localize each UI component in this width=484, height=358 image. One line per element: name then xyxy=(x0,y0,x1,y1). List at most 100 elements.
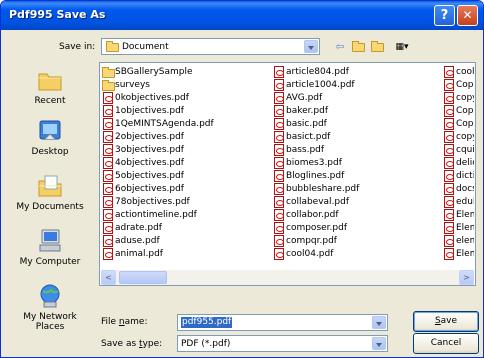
pdf-file-icon xyxy=(274,131,284,143)
file-item[interactable]: biomes3.pdf xyxy=(273,157,443,170)
place-my-computer[interactable]: My Computer xyxy=(7,228,93,267)
file-item[interactable]: aduse.pdf xyxy=(102,235,267,248)
file-item[interactable]: AVG.pdf xyxy=(273,92,443,105)
file-item[interactable]: 0kobjectives.pdf xyxy=(102,92,267,105)
file-item[interactable]: cquic xyxy=(443,144,474,157)
file-item[interactable]: article1004.pdf xyxy=(273,79,443,92)
place-recent[interactable]: Recent xyxy=(7,67,93,106)
pdf-file-icon xyxy=(274,92,284,104)
label-part: ame: xyxy=(124,317,148,327)
file-item[interactable]: composer.pdf xyxy=(273,222,443,235)
file-name: 78objectives.pdf xyxy=(115,197,190,207)
file-name-input[interactable]: pdf955.pdf xyxy=(177,314,388,331)
chevron-down-icon[interactable] xyxy=(304,40,318,53)
chevron-down-icon[interactable] xyxy=(372,316,386,329)
file-name: biomes3.pdf xyxy=(286,158,342,168)
pdf-file-icon xyxy=(444,79,454,91)
place-network[interactable]: My Network Places xyxy=(7,283,93,332)
place-label: My Documents xyxy=(16,202,84,212)
pdf-file-icon xyxy=(444,131,454,143)
file-item[interactable]: Elem xyxy=(443,248,474,261)
pdf-file-icon xyxy=(274,209,284,221)
label-part: ype: xyxy=(142,339,163,349)
file-item[interactable]: actiontimeline.pdf xyxy=(102,209,267,222)
file-name: surveys xyxy=(115,80,150,90)
file-item[interactable]: docs xyxy=(443,183,474,196)
file-name: baker.pdf xyxy=(286,106,328,116)
file-item[interactable]: animal.pdf xyxy=(102,248,267,261)
file-item[interactable]: dictic xyxy=(443,170,474,183)
save-button[interactable]: Save xyxy=(413,311,479,332)
title-bar: Pdf995 Save As ? ✕ xyxy=(1,1,483,30)
place-label: Desktop xyxy=(31,147,69,157)
pdf-file-icon xyxy=(444,196,454,208)
pdf-file-icon xyxy=(103,92,113,104)
pdf-file-icon xyxy=(274,222,284,234)
file-item[interactable]: 5objectives.pdf xyxy=(102,170,267,183)
scroll-thumb[interactable] xyxy=(119,271,167,284)
file-item[interactable]: 3objectives.pdf xyxy=(102,144,267,157)
close-button[interactable]: ✕ xyxy=(457,5,478,26)
file-item[interactable]: adrate.pdf xyxy=(102,222,267,235)
file-item[interactable]: 6objectives.pdf xyxy=(102,183,267,196)
file-item[interactable]: article804.pdf xyxy=(273,66,443,79)
file-item[interactable]: basic.pdf xyxy=(273,118,443,131)
folder-item[interactable]: surveys xyxy=(102,79,267,92)
file-name: elem xyxy=(456,236,474,246)
file-item[interactable]: Copy xyxy=(443,118,474,131)
views-menu-icon[interactable]: ▦▾ xyxy=(391,40,413,54)
pdf-file-icon xyxy=(103,144,113,156)
save-label: ave xyxy=(440,316,458,326)
file-item[interactable]: Copy xyxy=(443,79,474,92)
file-list[interactable]: SBGallerySample surveys 0kobjectives.pdf 1o… xyxy=(99,62,476,286)
file-item[interactable]: 2objectives.pdf xyxy=(102,131,267,144)
file-item[interactable]: baker.pdf xyxy=(273,105,443,118)
place-my-documents[interactable]: My Documents xyxy=(7,173,93,212)
file-item[interactable]: basict.pdf xyxy=(273,131,443,144)
file-item[interactable]: collabeval.pdf xyxy=(273,196,443,209)
scroll-right-button[interactable]: > xyxy=(459,270,474,285)
file-item[interactable]: edub xyxy=(443,196,474,209)
up-folder-icon[interactable] xyxy=(351,40,367,54)
file-name: actiontimeline.pdf xyxy=(115,210,197,220)
file-item[interactable]: Copy xyxy=(443,105,474,118)
file-name: bubbleshare.pdf xyxy=(286,184,360,194)
cancel-button[interactable]: Cancel xyxy=(413,333,479,354)
save-in-dropdown[interactable]: Document xyxy=(101,38,320,55)
file-item[interactable]: 1objectives.pdf xyxy=(102,105,267,118)
file-column-3: cool. Copy copy Copy Copy copy cquic delici dict… xyxy=(443,66,474,261)
my-computer-icon xyxy=(36,228,64,254)
scroll-left-button[interactable]: < xyxy=(101,270,116,285)
place-label: Recent xyxy=(34,96,66,106)
file-name: basic.pdf xyxy=(286,119,327,129)
file-item[interactable]: 78objectives.pdf xyxy=(102,196,267,209)
new-folder-icon[interactable] xyxy=(370,40,386,54)
folder-item[interactable]: SBGallerySample xyxy=(102,66,267,79)
file-item[interactable]: bass.pdf xyxy=(273,144,443,157)
file-item[interactable]: Elem xyxy=(443,209,474,222)
save-type-dropdown[interactable]: PDF (*.pdf) xyxy=(177,335,388,352)
file-item[interactable]: cool. xyxy=(443,66,474,79)
file-name: adrate.pdf xyxy=(115,223,162,233)
help-button[interactable]: ? xyxy=(434,5,455,26)
file-item[interactable]: elem xyxy=(443,235,474,248)
file-item[interactable]: bubbleshare.pdf xyxy=(273,183,443,196)
file-name: copy xyxy=(456,93,474,103)
chevron-down-icon[interactable] xyxy=(372,337,386,350)
back-arrow-icon[interactable]: ⇦ xyxy=(332,40,348,54)
place-desktop[interactable]: Desktop xyxy=(7,118,93,157)
file-item[interactable]: delici xyxy=(443,157,474,170)
horizontal-scrollbar[interactable]: < > xyxy=(101,270,474,285)
folder-icon xyxy=(102,67,115,78)
file-item[interactable]: 1QeMINTSAgenda.pdf xyxy=(102,118,267,131)
file-item[interactable]: compqr.pdf xyxy=(273,235,443,248)
file-name: delici xyxy=(456,158,474,168)
file-item[interactable]: 4objectives.pdf xyxy=(102,157,267,170)
file-item[interactable]: Elem xyxy=(443,222,474,235)
file-item[interactable]: copy xyxy=(443,131,474,144)
file-item[interactable]: Bloglines.pdf xyxy=(273,170,443,183)
file-name: cquic xyxy=(456,145,474,155)
file-item[interactable]: cool04.pdf xyxy=(273,248,443,261)
file-item[interactable]: collabor.pdf xyxy=(273,209,443,222)
file-item[interactable]: copy xyxy=(443,92,474,105)
